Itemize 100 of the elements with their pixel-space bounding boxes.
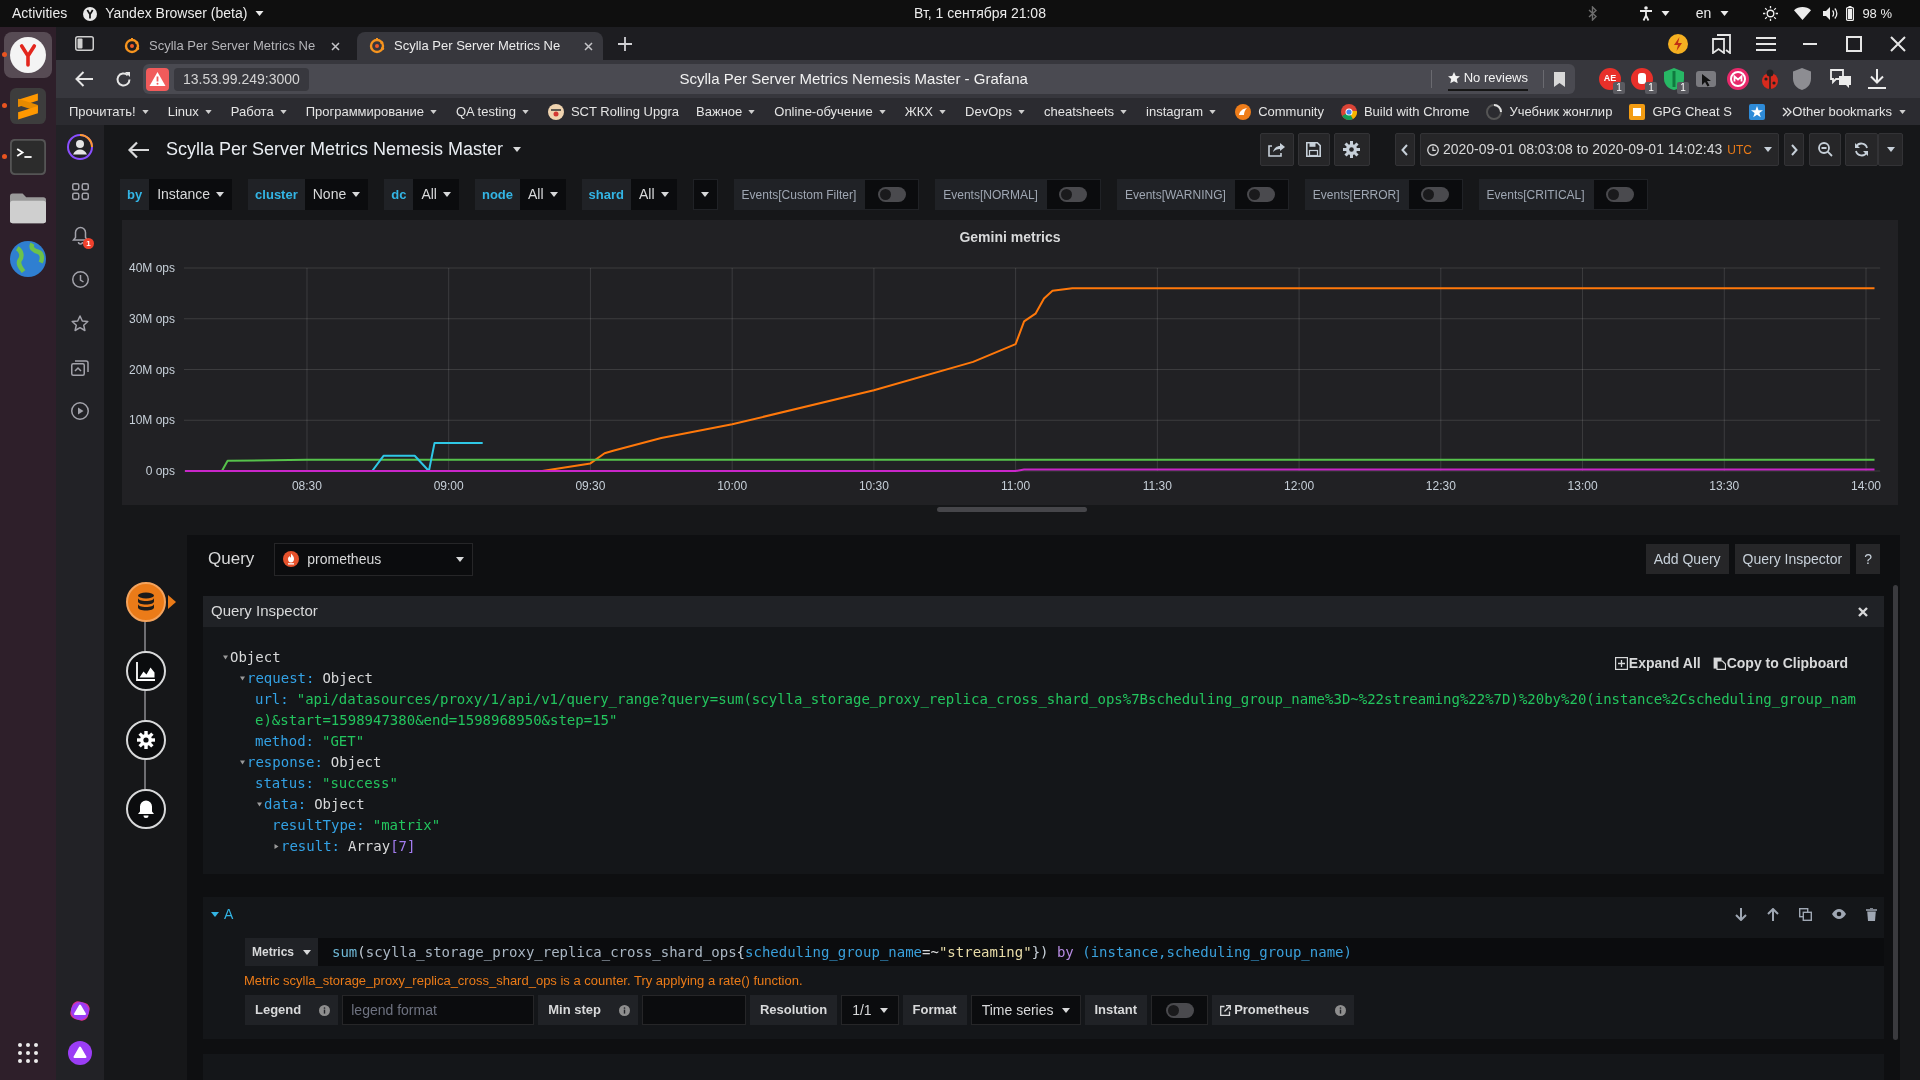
- dashboard-title-button[interactable]: Scylla Per Server Metrics Nemesis Master: [166, 136, 522, 163]
- bookmark-link[interactable]: Учебник жонглир: [1486, 101, 1613, 122]
- share-button[interactable]: [1259, 133, 1294, 166]
- editor-mode-dropdown[interactable]: Metrics: [245, 938, 318, 966]
- bookmark-folder[interactable]: ЖКХ: [904, 101, 946, 122]
- browser-tab[interactable]: Scylla Per Server Metrics Ne: [112, 32, 350, 60]
- volume-icon[interactable]: [1823, 7, 1839, 20]
- bookmark-folder[interactable]: DevOps: [965, 101, 1025, 122]
- triangle-circle-icon[interactable]: [68, 1041, 92, 1065]
- bookmark-link[interactable]: Community: [1235, 101, 1324, 122]
- reviews-button[interactable]: No reviews: [1447, 67, 1528, 91]
- bluetooth-icon[interactable]: [1587, 6, 1597, 21]
- dropdown-select[interactable]: Time series: [970, 995, 1081, 1025]
- download-icon[interactable]: [1868, 69, 1886, 89]
- next-range-button[interactable]: [1784, 133, 1804, 166]
- close-icon[interactable]: [331, 41, 340, 51]
- grid-icon[interactable]: [71, 182, 89, 200]
- bookmark-folder[interactable]: cheatsheets: [1044, 101, 1128, 122]
- bookmark-icon[interactable]: [1554, 71, 1565, 87]
- url-field[interactable]: 13.53.99.249:3000: [174, 67, 309, 91]
- info-icon[interactable]: [319, 1004, 331, 1016]
- toggle-switch[interactable]: [1407, 179, 1463, 210]
- eye-icon[interactable]: [1832, 909, 1846, 919]
- variable-dropdown[interactable]: All: [631, 179, 677, 210]
- shield-icon[interactable]: [1791, 68, 1813, 90]
- info-icon[interactable]: [1335, 1004, 1347, 1016]
- info-icon[interactable]: [618, 1004, 630, 1016]
- dropdown-select[interactable]: 1/1: [841, 995, 899, 1025]
- warning-icon[interactable]: [146, 67, 169, 91]
- address-bar[interactable]: 13.53.99.249:3000 Scylla Per Server Metrics Nemesis Master - Grafana No reviews: [143, 64, 1575, 94]
- refresh-button[interactable]: [1845, 133, 1878, 166]
- collections-icon[interactable]: [71, 358, 89, 376]
- time-range-picker[interactable]: 2020-09-01 08:03:08 to 2020-09-01 14:02:43 UTC: [1419, 133, 1779, 166]
- bookmark-folder[interactable]: Прочитать!: [69, 101, 149, 122]
- variable-dropdown[interactable]: All: [520, 179, 566, 210]
- editor-tab[interactable]: [125, 582, 166, 622]
- star-icon[interactable]: [71, 314, 89, 332]
- chat-bubble-icon[interactable]: [1830, 69, 1852, 89]
- toolbar-button[interactable]: Query Inspector: [1734, 544, 1851, 574]
- app-grid-icon[interactable]: [18, 1043, 38, 1063]
- browser-tab[interactable]: Scylla Per Server Metrics Ne: [357, 32, 603, 60]
- arrow-up-icon[interactable]: [1767, 907, 1779, 921]
- caret-down-icon[interactable]: [257, 801, 262, 808]
- letter-m-logo-icon[interactable]: [1727, 68, 1749, 90]
- toggle-switch[interactable]: [864, 179, 920, 210]
- editor-tab[interactable]: [125, 789, 166, 829]
- caret-down-icon[interactable]: [240, 759, 245, 766]
- bookmark-link[interactable]: SCT Rolling Upgra: [547, 101, 680, 122]
- toolbar-button[interactable]: ?: [1856, 544, 1880, 574]
- accessibility-menu-button[interactable]: [1638, 6, 1670, 21]
- bookmark-folder[interactable]: Важное: [696, 101, 756, 122]
- sidebar-toggle-icon[interactable]: [74, 36, 94, 51]
- lightning-coin-icon[interactable]: [1668, 33, 1688, 54]
- variable-dropdown[interactable]: All: [413, 179, 459, 210]
- toggle-switch[interactable]: [1592, 179, 1648, 210]
- reload-icon[interactable]: [115, 70, 132, 88]
- inspector-action[interactable]: Copy to Clipboard: [1712, 653, 1848, 674]
- dock-launcher[interactable]: [4, 32, 52, 78]
- docs-link[interactable]: Prometheus: [1220, 1000, 1310, 1020]
- bookmark-folder[interactable]: Программирование: [305, 101, 437, 122]
- minimize-icon[interactable]: [1800, 42, 1820, 45]
- bookmark-folder[interactable]: Работа: [230, 101, 287, 122]
- caret-down-icon[interactable]: [223, 654, 228, 661]
- trash-icon[interactable]: [1866, 907, 1877, 921]
- datasource-select[interactable]: prometheus: [274, 542, 474, 576]
- close-icon[interactable]: [1888, 35, 1908, 52]
- back-arrow-icon[interactable]: [127, 140, 149, 159]
- bookmark-folder[interactable]: instagram: [1146, 101, 1217, 122]
- toggle-switch[interactable]: [1233, 179, 1289, 210]
- menu-icon[interactable]: [1756, 36, 1776, 51]
- bookmark-folder[interactable]: QA testing: [455, 101, 529, 122]
- save-button[interactable]: [1297, 133, 1330, 166]
- bookmark-folder[interactable]: Linux: [167, 101, 212, 122]
- shield-icon[interactable]: [1663, 68, 1685, 90]
- double-chevron-icon[interactable]: [1781, 106, 1792, 117]
- legend-format-field[interactable]: legend format: [342, 995, 535, 1025]
- refresh-interval-dropdown[interactable]: [1878, 133, 1903, 166]
- text-field[interactable]: [641, 995, 746, 1025]
- dropdown-button[interactable]: [692, 179, 718, 210]
- brightness-icon[interactable]: [1763, 6, 1779, 21]
- bookmark-link[interactable]: GPG Cheat S: [1629, 101, 1732, 122]
- app-menu-button[interactable]: Yandex Browser (beta): [83, 3, 265, 24]
- editor-tab[interactable]: [125, 720, 166, 760]
- bookmark-folder[interactable]: Other bookmarks: [1792, 101, 1906, 122]
- inspector-action[interactable]: Expand All: [1614, 653, 1701, 674]
- play-icon[interactable]: [71, 402, 89, 420]
- ladybug-icon[interactable]: [1759, 68, 1781, 90]
- cursor-icon[interactable]: [1695, 68, 1717, 90]
- panel-resize-handle[interactable]: [937, 507, 1087, 512]
- toggle-switch[interactable]: [1151, 995, 1209, 1025]
- battery-icon[interactable]: [1846, 6, 1855, 21]
- profile-avatar-icon[interactable]: [67, 134, 93, 160]
- variable-dropdown[interactable]: None: [304, 179, 369, 210]
- zoom-out-button[interactable]: [1809, 133, 1841, 166]
- copy-icon[interactable]: [1799, 907, 1812, 921]
- arrow-down-icon[interactable]: [1735, 907, 1747, 921]
- query-expression-field[interactable]: sum(scylla_storage_proxy_replica_cross_shard_ops{scheduling_group_name=~"streaming"}) by (instance,scheduling_group_name): [318, 938, 1884, 966]
- clock-icon[interactable]: [71, 270, 89, 288]
- wifi-icon[interactable]: [1794, 7, 1812, 20]
- close-icon[interactable]: [1858, 606, 1868, 617]
